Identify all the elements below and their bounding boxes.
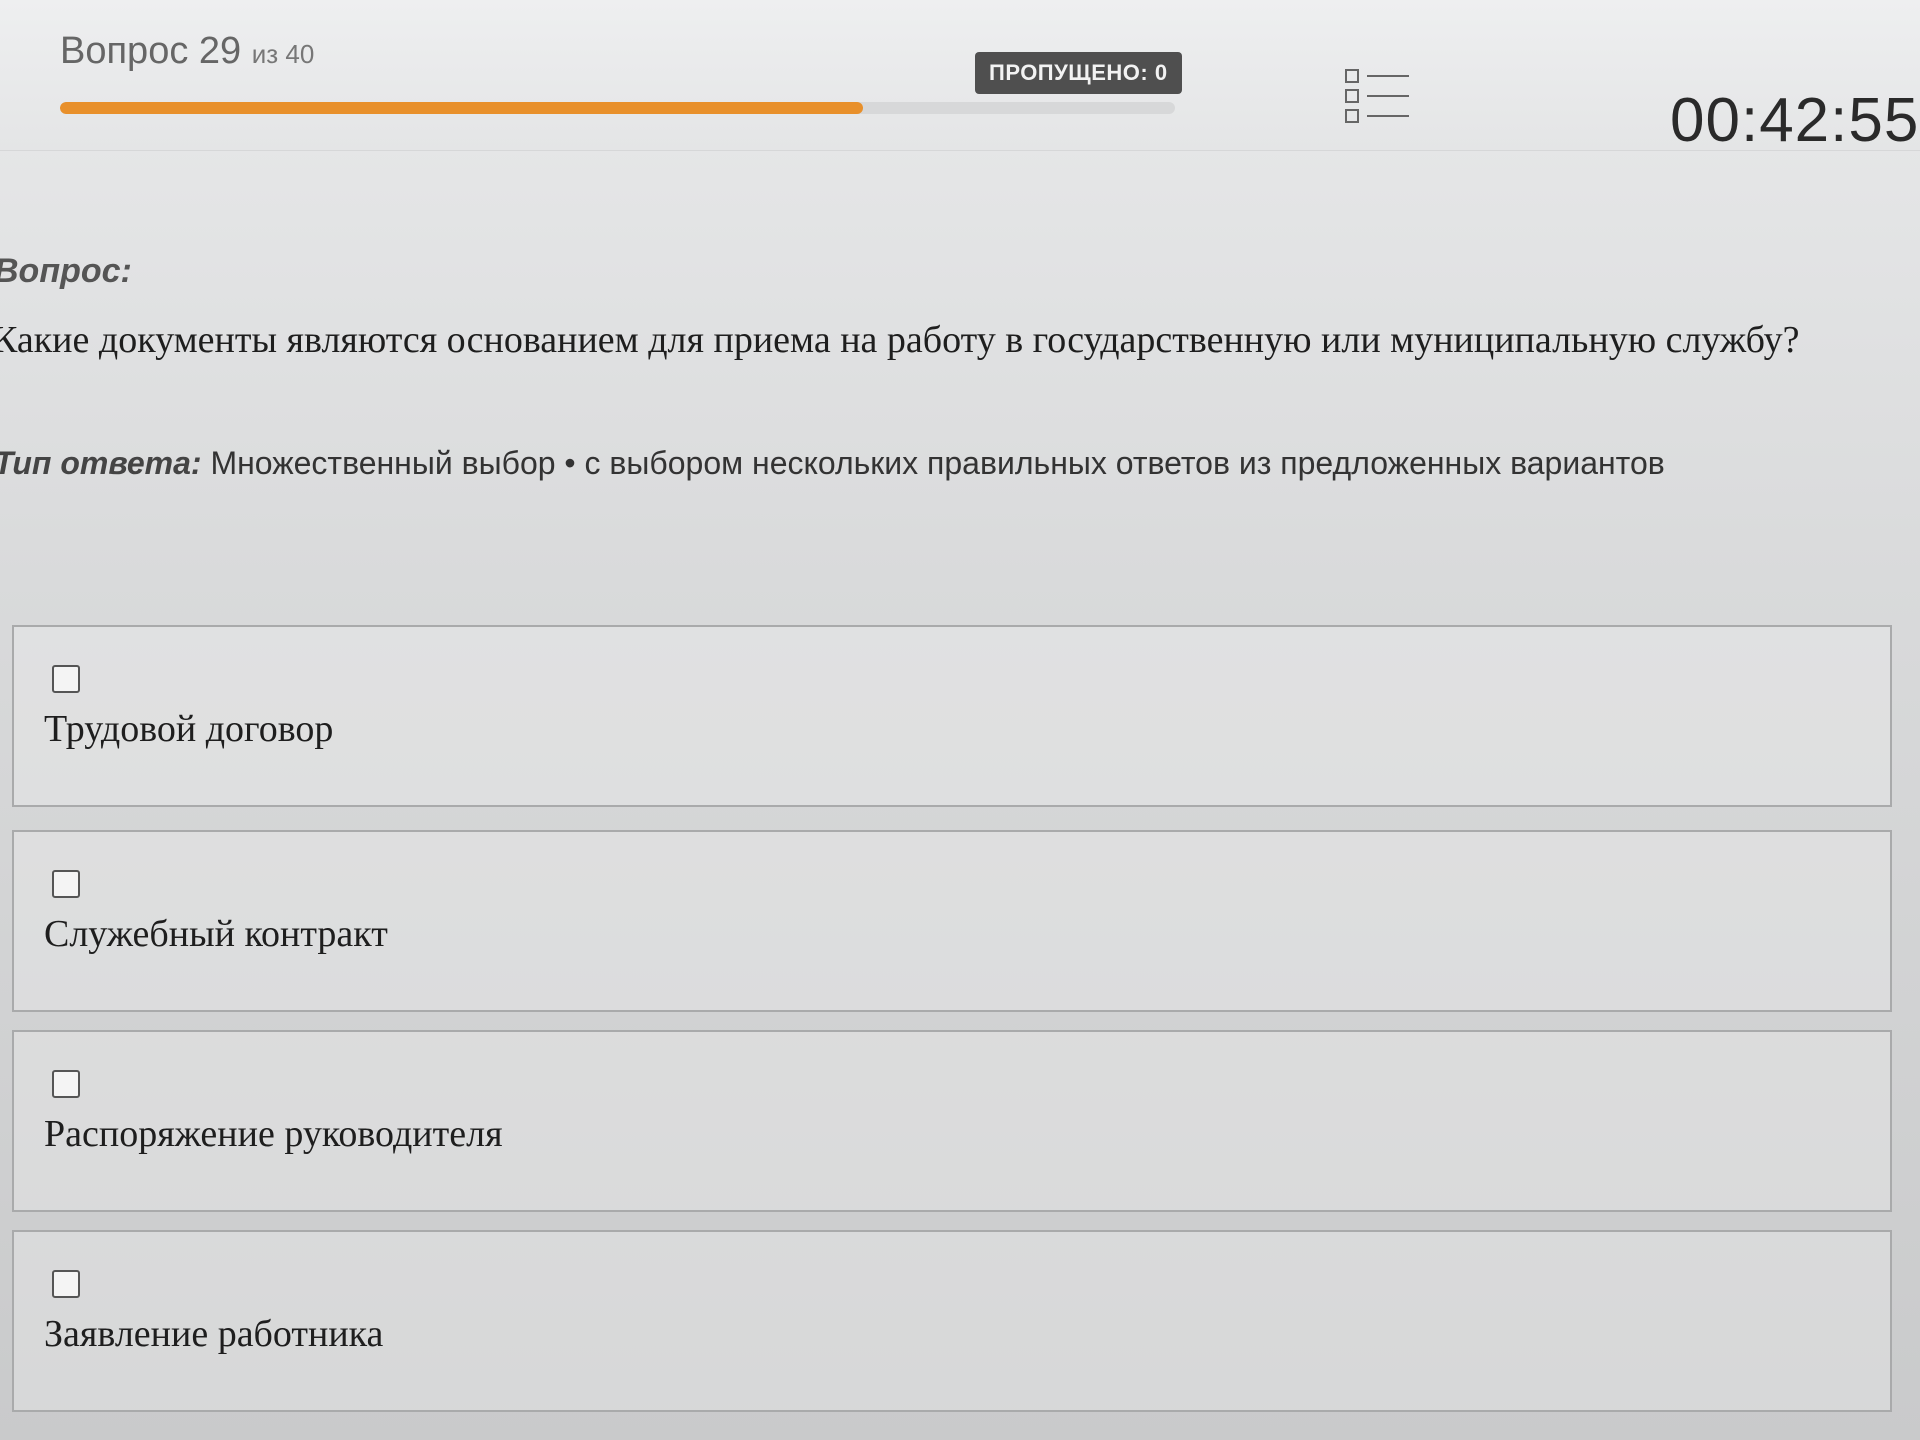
test-header: Вопрос 29 из 40 ПРОПУЩЕНО: 0 00:42:55 [0, 0, 1920, 155]
question-list-button[interactable] [1345, 65, 1415, 125]
question-total: из 40 [251, 39, 315, 69]
progress-bar [60, 102, 1175, 114]
answer-checkbox[interactable] [52, 1070, 80, 1098]
answer-option-label: Служебный контракт [44, 913, 388, 955]
timer: 00:42:55 [1670, 86, 1920, 155]
answer-option[interactable]: Служебный контракт [12, 830, 1892, 1012]
answer-type-label: Тип ответа: [0, 445, 202, 481]
answer-checkbox[interactable] [52, 1270, 80, 1298]
question-text: Какие документы являются основанием для … [0, 319, 1800, 361]
answer-checkbox[interactable] [52, 870, 80, 898]
answer-option[interactable]: Трудовой договор [12, 625, 1892, 807]
progress-fill [60, 102, 863, 114]
answer-option-label: Трудовой договор [44, 708, 334, 750]
question-counter: Вопрос 29 из 40 [60, 30, 314, 73]
answer-option[interactable]: Распоряжение руководителя [12, 1030, 1892, 1212]
question-number: Вопрос 29 [60, 30, 242, 72]
answer-option[interactable]: Заявление работника [12, 1230, 1892, 1412]
answer-type: Тип ответа: Множественный выбор • с выбо… [0, 445, 1665, 482]
answer-option-label: Заявление работника [44, 1313, 384, 1355]
skipped-badge: ПРОПУЩЕНО: 0 [975, 52, 1182, 94]
answer-option-label: Распоряжение руководителя [44, 1113, 503, 1155]
answer-checkbox[interactable] [52, 665, 80, 693]
answer-type-value: Множественный выбор • с выбором нескольк… [210, 445, 1665, 481]
question-label: Вопрос: [0, 252, 132, 290]
